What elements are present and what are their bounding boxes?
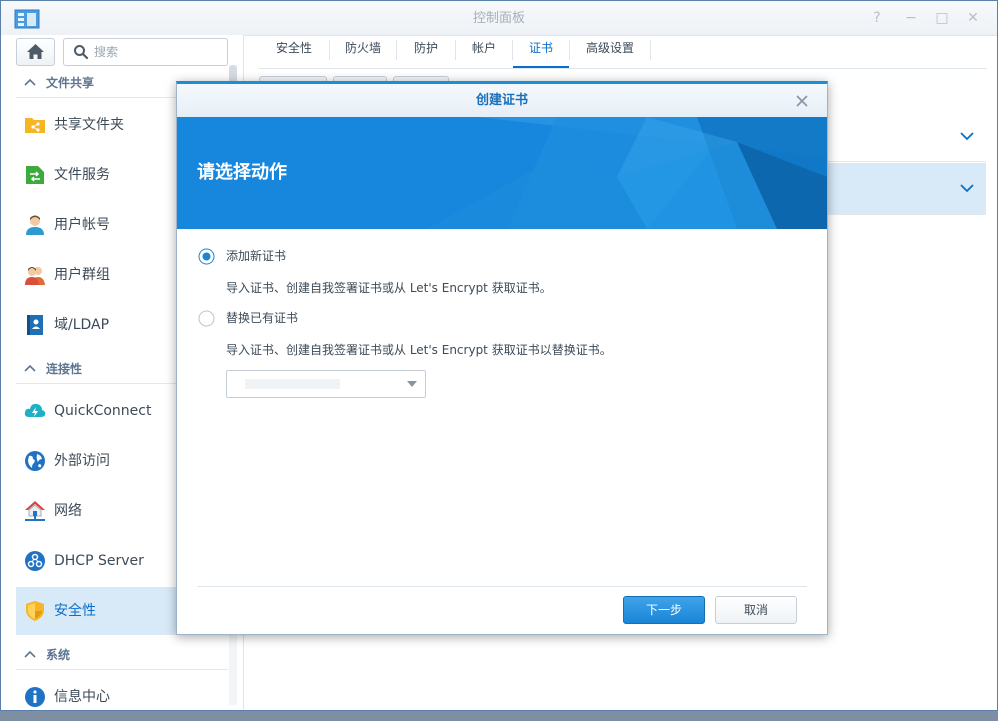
- certificate-list-row[interactable]: [825, 113, 986, 162]
- search-placeholder: 搜索: [94, 45, 119, 59]
- search-icon: [74, 45, 89, 60]
- sidebar-item-label: QuickConnect: [54, 403, 152, 419]
- certificate-list-row-selected[interactable]: [825, 163, 986, 215]
- title-bar: 控制面板 ? − □ ✕: [1, 1, 997, 36]
- dialog-banner: 请选择动作: [177, 117, 827, 229]
- tab-firewall[interactable]: 防火墙: [330, 35, 396, 68]
- help-icon[interactable]: ?: [869, 10, 885, 26]
- close-icon[interactable]: [793, 92, 811, 110]
- cancel-button[interactable]: 取消: [715, 596, 797, 624]
- sidebar-item-label: 信息中心: [54, 689, 110, 705]
- create-certificate-dialog: 创建证书 请选择动作 添加新证书 导入证书、创建自我签署证书或从 Let's E…: [176, 81, 828, 635]
- section-title: 系统: [46, 648, 71, 662]
- chevron-down-icon: [960, 184, 974, 193]
- search-input[interactable]: 搜索: [63, 38, 228, 66]
- sidebar-item-label: DHCP Server: [54, 553, 144, 569]
- external-access-icon: [25, 451, 45, 471]
- radio-replace-certificate[interactable]: [198, 310, 215, 327]
- chevron-down-icon: [960, 132, 974, 141]
- sidebar-item-label: 用户帐号: [54, 217, 110, 233]
- sidebar-item-label: 网络: [54, 503, 82, 519]
- window-title: 控制面板: [472, 11, 525, 26]
- info-icon: [25, 687, 45, 707]
- tab-advanced[interactable]: 高级设置: [570, 35, 650, 68]
- sidebar-item-label: 共享文件夹: [54, 117, 124, 133]
- maximize-icon[interactable]: □: [934, 10, 950, 26]
- certificate-select-dropdown[interactable]: [226, 370, 426, 398]
- sidebar-item-label: 域/LDAP: [54, 317, 110, 333]
- close-window-icon[interactable]: ✕: [965, 10, 981, 26]
- shared-folder-icon: [25, 118, 45, 133]
- sidebar-item-label: 外部访问: [54, 453, 110, 469]
- option-add-new-label[interactable]: 添加新证书: [226, 248, 286, 265]
- next-button[interactable]: 下一步: [623, 596, 705, 624]
- sidebar-item-label: 文件服务: [54, 167, 110, 183]
- tab-divider: [650, 40, 651, 60]
- domain-ldap-icon: [27, 315, 43, 335]
- minimize-icon[interactable]: −: [903, 10, 919, 26]
- section-title: 文件共享: [46, 76, 95, 90]
- file-services-icon: [26, 166, 44, 184]
- sidebar-item-label: 用户群组: [54, 267, 110, 283]
- tab-account[interactable]: 帐户: [456, 35, 512, 68]
- dialog-header: 创建证书: [177, 84, 827, 117]
- select-value: [245, 379, 340, 389]
- group-icon: [25, 267, 45, 285]
- control-panel-window: 控制面板 ? − □ ✕ 搜索 文件共享 共享文件夹 文件服务 用户帐号 用户群…: [0, 0, 998, 711]
- section-system[interactable]: 系统: [16, 641, 228, 670]
- section-title: 连接性: [46, 362, 83, 376]
- home-button[interactable]: [16, 38, 55, 66]
- chevron-up-icon: [24, 650, 36, 658]
- chevron-up-icon: [24, 78, 36, 86]
- sidebar-item-info-center[interactable]: 信息中心: [16, 673, 228, 721]
- home-icon: [27, 44, 44, 59]
- dhcp-server-icon: [25, 551, 45, 571]
- sidebar-item-label: 安全性: [54, 603, 96, 619]
- tab-certificate[interactable]: 证书: [513, 35, 569, 68]
- security-shield-icon: [26, 601, 44, 621]
- footer-divider: [197, 586, 807, 587]
- tab-bar: 安全性 防火墙 防护 帐户 证书 高级设置: [259, 35, 987, 69]
- dialog-title: 创建证书: [475, 93, 528, 108]
- option-replace-description: 导入证书、创建自我签署证书或从 Let's Encrypt 获取证书以替换证书。: [226, 343, 612, 357]
- banner-title: 请选择动作: [197, 162, 287, 183]
- network-icon: [25, 501, 45, 521]
- tab-protection[interactable]: 防护: [397, 35, 455, 68]
- radio-add-new-certificate[interactable]: [198, 248, 215, 265]
- chevron-down-icon: [407, 381, 417, 387]
- option-replace-label[interactable]: 替换已有证书: [226, 310, 298, 327]
- tab-security[interactable]: 安全性: [259, 35, 329, 68]
- quickconnect-icon: [24, 403, 46, 417]
- chevron-up-icon: [24, 364, 36, 372]
- user-icon: [26, 215, 44, 235]
- option-add-new-description: 导入证书、创建自我签署证书或从 Let's Encrypt 获取证书。: [226, 281, 552, 295]
